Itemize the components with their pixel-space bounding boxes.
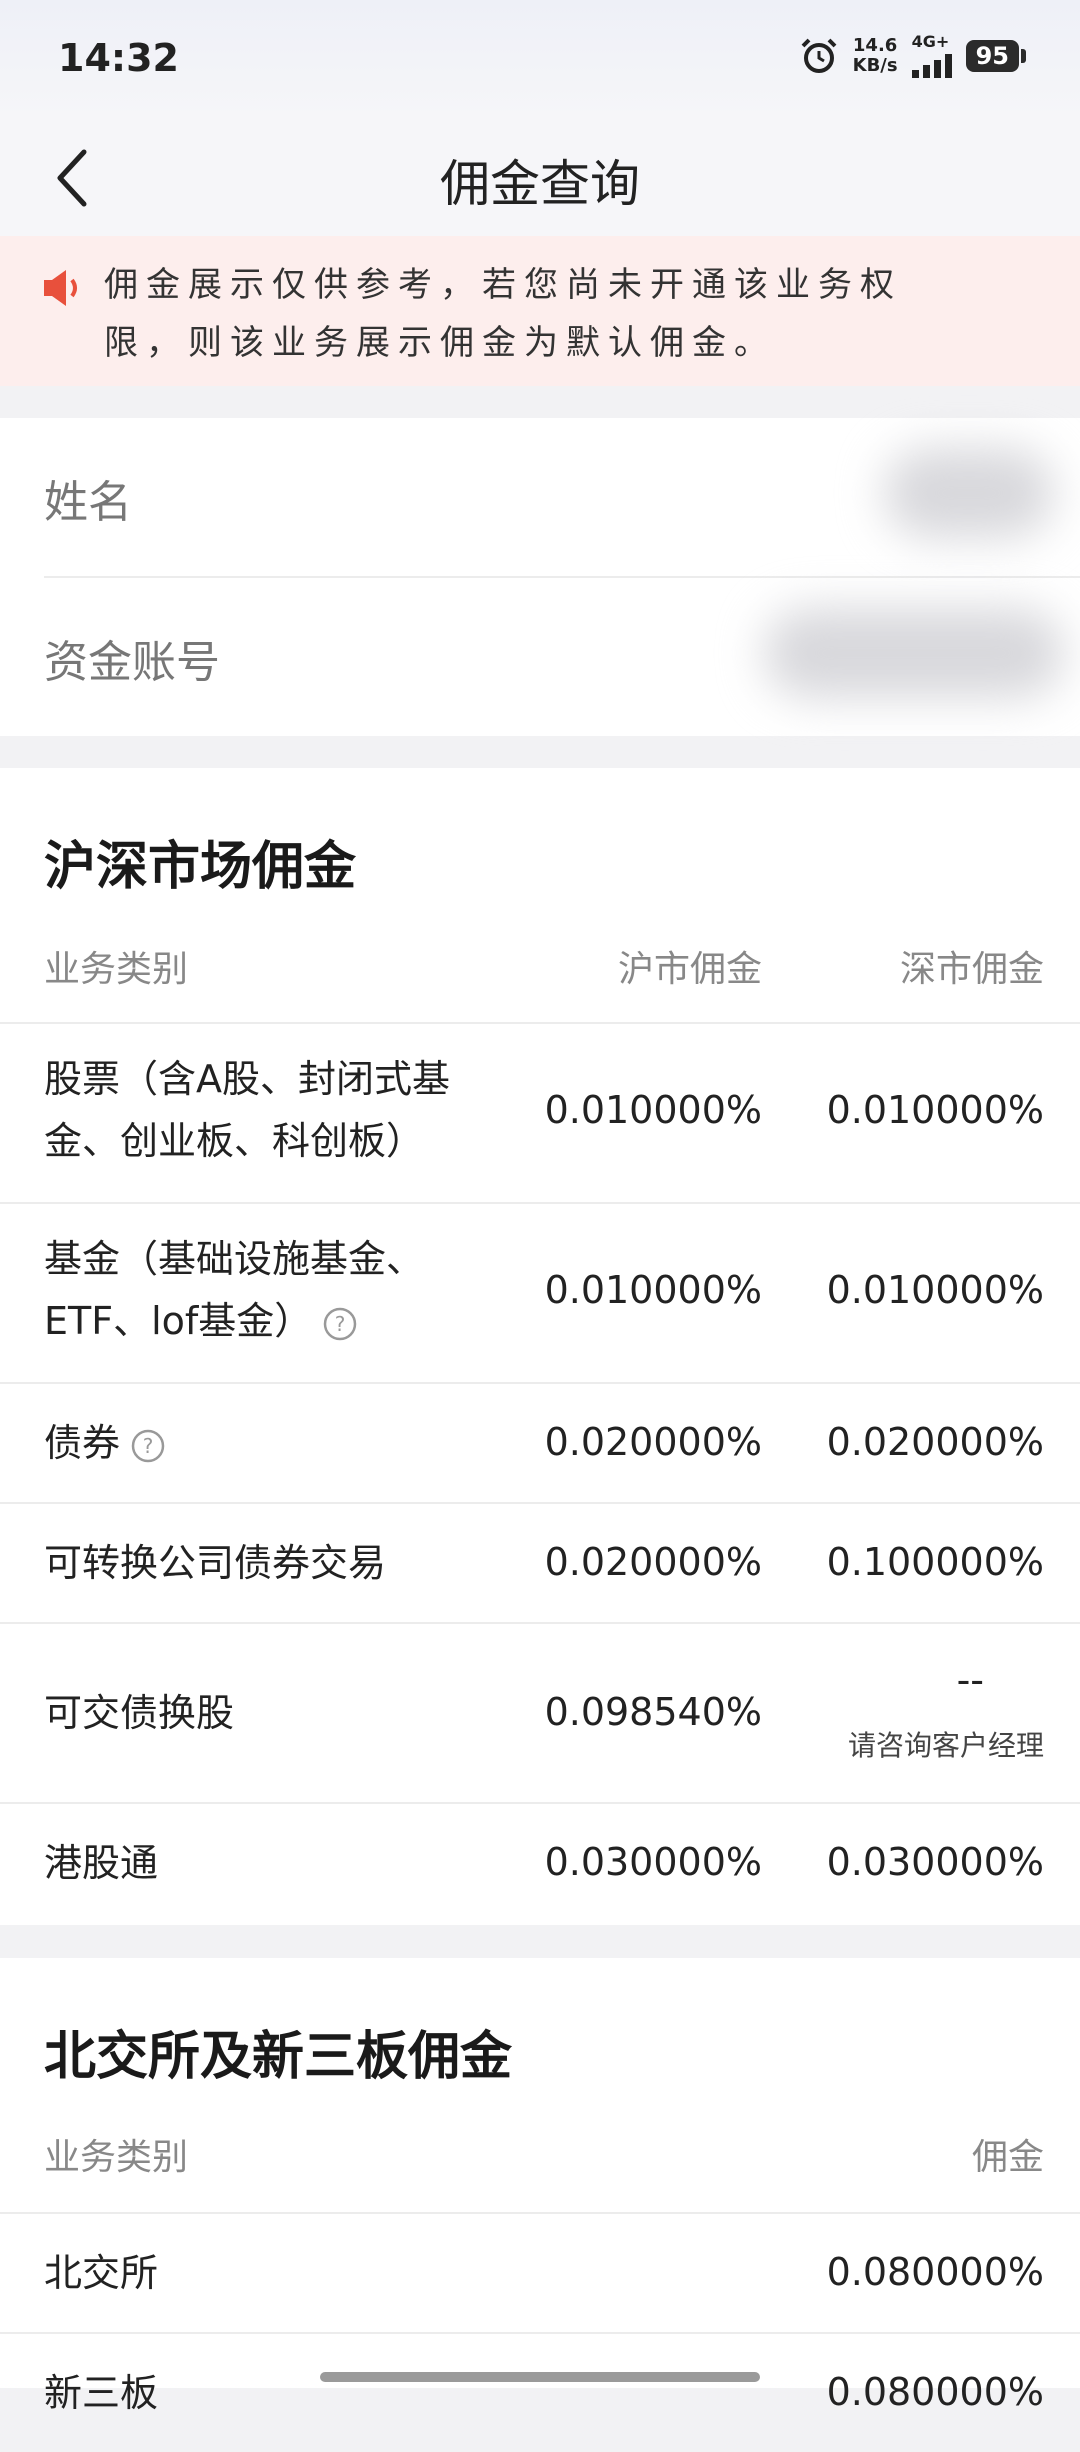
row-name: 可转换公司债券交易 bbox=[44, 1541, 387, 1585]
fee: 0.080000% bbox=[826, 2370, 1044, 2414]
name-label: 姓名 bbox=[44, 477, 132, 528]
table-row: 基金（基础设施基金、 ETF、lof基金）? 0.010000% 0.01000… bbox=[0, 1202, 1080, 1382]
table-row: 可转换公司债券交易 0.020000% 0.100000% bbox=[0, 1502, 1080, 1622]
row-name-line-2-text: ETF、lof基金） bbox=[44, 1299, 313, 1343]
name-value-redacted bbox=[884, 448, 1054, 538]
row-name: 北交所 bbox=[44, 2251, 159, 2295]
network-speed-unit: KB/s bbox=[852, 55, 898, 76]
row-name: 债券? bbox=[44, 1412, 166, 1474]
hs-header-sh: 沪市佣金 bbox=[617, 949, 762, 990]
home-indicator[interactable] bbox=[320, 2372, 760, 2382]
bj-header-fee: 佣金 bbox=[971, 2137, 1044, 2178]
table-row: 港股通 0.030000% 0.030000% bbox=[0, 1802, 1080, 1922]
hs-section-title: 沪深市场佣金 bbox=[44, 837, 357, 897]
bj-header-category: 业务类别 bbox=[44, 2137, 189, 2178]
row-name-line-2: 金、创业板、科创板） bbox=[44, 1119, 425, 1163]
hs-header-sz: 深市佣金 bbox=[899, 949, 1044, 990]
notice-line-2: 限，则该业务展示佣金为默认佣金。 bbox=[104, 323, 776, 363]
page-title: 佣金查询 bbox=[440, 155, 640, 213]
network-speed: 14.6 KB/s bbox=[853, 36, 898, 76]
table-row: 北交所 0.080000% bbox=[0, 2212, 1080, 2332]
help-icon[interactable]: ? bbox=[322, 1306, 358, 1342]
row-name: 可交债换股 bbox=[44, 1691, 235, 1735]
notice-text: 佣金展示仅供参考，若您尚未开通该业务权 限，则该业务展示佣金为默认佣金。 bbox=[104, 256, 984, 372]
notice-line-1: 佣金展示仅供参考，若您尚未开通该业务权 bbox=[104, 265, 902, 305]
battery-icon: 95 bbox=[965, 40, 1026, 72]
table-row: 债券? 0.020000% 0.020000% bbox=[0, 1382, 1080, 1502]
row-name-text: 债券 bbox=[44, 1421, 121, 1465]
signal-indicator: 4G+ bbox=[911, 32, 952, 78]
table-row: 股票（含A股、封闭式基 金、创业板、科创板） 0.010000% 0.01000… bbox=[0, 1022, 1080, 1202]
speaker-icon bbox=[44, 270, 77, 306]
account-label: 资金账号 bbox=[44, 637, 220, 688]
row-name: 基金（基础设施基金、 ETF、lof基金）? bbox=[44, 1228, 424, 1352]
status-time: 14:32 bbox=[58, 36, 179, 80]
signal-bars-icon bbox=[911, 50, 952, 78]
sh-fee: 0.010000% bbox=[544, 1088, 762, 1132]
help-icon[interactable]: ? bbox=[130, 1428, 166, 1464]
status-icons: 14.6 KB/s 4G+ 95 bbox=[799, 34, 1026, 78]
sh-fee: 0.010000% bbox=[544, 1268, 762, 1312]
fee: 0.080000% bbox=[826, 2250, 1044, 2294]
sh-fee: 0.020000% bbox=[544, 1540, 762, 1584]
row-name-line-2: ETF、lof基金）? bbox=[44, 1290, 424, 1352]
table-row: 可交债换股 0.098540% -- 请咨询客户经理 bbox=[0, 1622, 1080, 1802]
sz-fee: 0.100000% bbox=[826, 1540, 1044, 1584]
row-name: 股票（含A股、封闭式基 金、创业板、科创板） bbox=[44, 1048, 450, 1172]
notice-banner: 佣金展示仅供参考，若您尚未开通该业务权 限，则该业务展示佣金为默认佣金。 bbox=[0, 236, 1080, 386]
bj-section-title: 北交所及新三板佣金 bbox=[44, 2027, 513, 2087]
sz-fee: 0.010000% bbox=[826, 1268, 1044, 1312]
sh-fee: 0.098540% bbox=[544, 1690, 762, 1734]
sh-fee: 0.020000% bbox=[544, 1420, 762, 1464]
alarm-icon bbox=[801, 38, 837, 73]
sz-fee: 0.030000% bbox=[826, 1840, 1044, 1884]
name-row: 姓名 bbox=[44, 418, 1080, 578]
account-info-card: 姓名 资金账号 bbox=[0, 418, 1080, 736]
svg-text:?: ? bbox=[335, 1312, 346, 1336]
table-row: 新三板 0.080000% bbox=[0, 2332, 1080, 2452]
row-name-line-1: 基金（基础设施基金、 bbox=[44, 1237, 425, 1281]
row-name: 港股通 bbox=[44, 1841, 159, 1885]
sh-fee: 0.030000% bbox=[544, 1840, 762, 1884]
battery-level: 95 bbox=[965, 40, 1019, 72]
bj-market-card: 北交所及新三板佣金 业务类别 佣金 北交所 0.080000% 新三板 0.08… bbox=[0, 1958, 1080, 2415]
svg-text:?: ? bbox=[143, 1434, 154, 1458]
hs-market-card: 沪深市场佣金 业务类别 沪市佣金 深市佣金 股票（含A股、封闭式基 金、创业板、… bbox=[0, 768, 1080, 1925]
account-row: 资金账号 bbox=[44, 578, 1080, 736]
sz-fee: -- bbox=[956, 1658, 984, 1702]
row-name-line-1: 股票（含A股、封闭式基 bbox=[44, 1057, 450, 1101]
sz-fee: 0.010000% bbox=[826, 1088, 1044, 1132]
sz-fee: 0.020000% bbox=[826, 1420, 1044, 1464]
status-bar: 14:32 14.6 KB/s 4G+ 95 bbox=[0, 0, 1080, 120]
network-type: 4G+ bbox=[911, 32, 950, 51]
sz-fee-note: 请咨询客户经理 bbox=[847, 1729, 1044, 1762]
row-name: 新三板 bbox=[44, 2371, 159, 2415]
nav-bar: 佣金查询 bbox=[0, 120, 1080, 236]
network-speed-value: 14.6 bbox=[852, 35, 898, 56]
hs-header-category: 业务类别 bbox=[44, 949, 189, 990]
account-value-redacted bbox=[764, 608, 1064, 698]
